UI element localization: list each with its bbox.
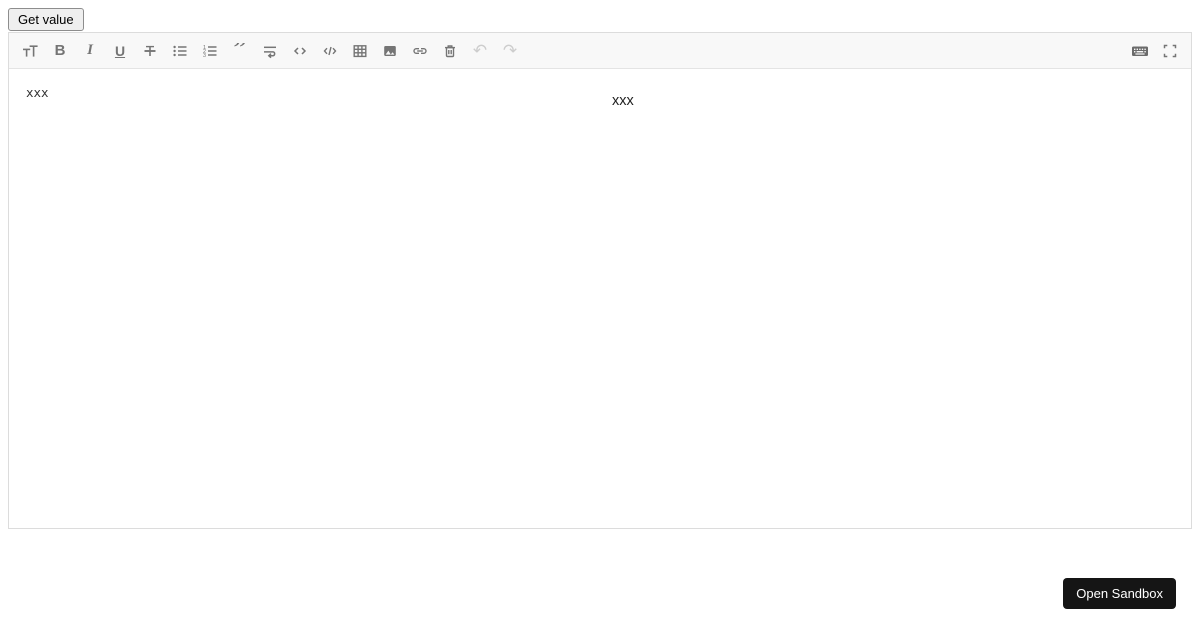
get-value-button[interactable]: Get value xyxy=(8,8,84,31)
toolbar-right-group xyxy=(1125,36,1185,66)
ordered-list-icon: 1 2 3 xyxy=(203,44,217,59)
table-button[interactable] xyxy=(345,36,375,66)
delete-button[interactable] xyxy=(435,36,465,66)
inline-code-button[interactable] xyxy=(285,36,315,66)
keyboard-icon xyxy=(1132,46,1148,56)
underline-button[interactable]: U xyxy=(105,36,135,66)
code-block-button[interactable] xyxy=(315,36,345,66)
fullscreen-button[interactable] xyxy=(1155,36,1185,66)
undo-icon: ↶ xyxy=(472,40,488,60)
quote-button[interactable]: ” xyxy=(225,36,255,66)
redo-button[interactable]: ↷ xyxy=(495,36,525,66)
unordered-list-button[interactable] xyxy=(165,36,195,66)
code-block-icon xyxy=(323,46,337,55)
link-icon xyxy=(413,47,427,54)
keyboard-shortcuts-button[interactable] xyxy=(1125,36,1155,66)
svg-text:3: 3 xyxy=(203,53,206,59)
undo-button[interactable]: ↶ xyxy=(465,36,495,66)
unordered-list-icon xyxy=(173,45,187,56)
image-button[interactable] xyxy=(375,36,405,66)
editor-content: xxx xxx xyxy=(9,69,1191,527)
strikethrough-button[interactable] xyxy=(135,36,165,66)
table-icon xyxy=(353,44,367,57)
editor-toolbar: B I U 1 2 3 ” ↶ ↷ xyxy=(9,33,1191,69)
toolbar-left-group: B I U 1 2 3 ” ↶ ↷ xyxy=(15,36,1125,66)
inline-code-icon xyxy=(293,46,307,55)
italic-button[interactable]: I xyxy=(75,36,105,66)
rich-text-editor: B I U 1 2 3 ” ↶ ↷ xxx xxx xyxy=(8,32,1192,529)
underline-icon: U xyxy=(114,42,126,59)
bold-icon: B xyxy=(54,42,66,59)
italic-icon: I xyxy=(87,42,93,58)
preview-pane: xxx xyxy=(600,69,1191,527)
trash-icon xyxy=(445,44,455,57)
redo-icon: ↷ xyxy=(502,40,518,60)
ordered-list-button[interactable]: 1 2 3 xyxy=(195,36,225,66)
font-size-button[interactable] xyxy=(15,36,45,66)
link-button[interactable] xyxy=(405,36,435,66)
line-break-icon xyxy=(264,46,276,58)
preview-text: xxx xyxy=(612,93,634,109)
bold-button[interactable]: B xyxy=(45,36,75,66)
quote-icon: ” xyxy=(233,42,247,59)
open-sandbox-button[interactable]: Open Sandbox xyxy=(1063,578,1176,609)
source-editor-pane[interactable]: xxx xyxy=(9,69,600,527)
fullscreen-icon xyxy=(1163,44,1177,57)
image-icon xyxy=(384,45,396,56)
strikethrough-icon xyxy=(144,45,156,56)
font-size-icon xyxy=(22,44,38,57)
line-break-button[interactable] xyxy=(255,36,285,66)
